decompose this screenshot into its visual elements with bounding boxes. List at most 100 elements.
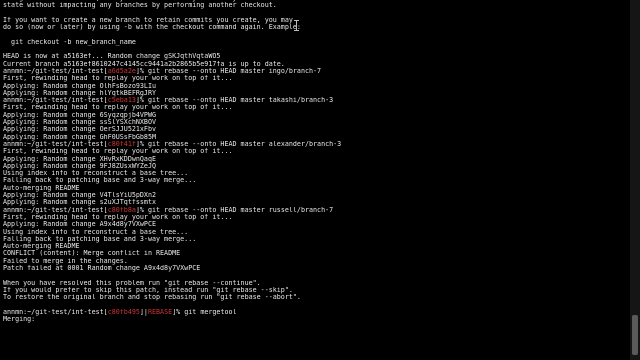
line-text: First, rewinding head to replay your wor… [3, 75, 233, 83]
output-line: Applying: Random change 9FJ8ZUsxWYZeJQ [3, 163, 628, 170]
output-line: Auto-merging README [3, 185, 628, 192]
line-text: Failed to merge in the changes. [3, 257, 128, 265]
output-line: Using index info to reconstruct a base t… [3, 229, 628, 236]
branch-hash: a6d5a2e [107, 67, 136, 75]
prompt-separator: ]| [139, 308, 148, 316]
output-line: git checkout -b new_branch_name [3, 39, 628, 46]
output-line: HEAD is now at a5163ef... Random change … [3, 53, 628, 60]
command-text: ]% git rebase --onto HEAD master ingo/br… [135, 67, 322, 75]
terminal-output: changes and commit them, and you can dis… [3, 0, 628, 323]
output-line: Applying: Random change hlYqtkBEFRgJRY [3, 90, 628, 97]
line-text: Applying: Random change V4TlsYiU5pDXn2 [3, 192, 156, 200]
line-text: Auto-merging README [3, 243, 80, 251]
prompt-line: annmn:~/git-test/int-test[c80f41f]% git … [3, 141, 628, 148]
line-text: Current branch a5163ef8610247c4145cc9441… [3, 60, 285, 68]
line-text: annmn:~/git-test/int-test[ [3, 206, 108, 214]
line-text: When you have resolved this problem run … [3, 279, 261, 287]
output-line: Auto-merging README [3, 243, 628, 250]
line-text: If you want to create a new branch to re… [3, 16, 293, 24]
line-text: First, rewinding head to replay your wor… [3, 148, 233, 156]
line-text: Applying: Random change OlhFsBozo93LIu [3, 82, 156, 90]
line-text: annmn:~/git-test/int-test[ [3, 308, 108, 316]
output-line: If you want to create a new branch to re… [3, 17, 628, 24]
line-text: Applying: Random change XHvRxKDDwnQaqE [3, 155, 156, 163]
output-line: Applying: Random change A9x4d8y7VXwPCE [3, 221, 628, 228]
line-text: git checkout -b new_branch_name [3, 38, 136, 46]
output-line: state without impacting any branches by … [3, 2, 628, 9]
prompt-line: annmn:~/git-test/int-test[a6d5a2e]% git … [3, 68, 628, 75]
output-line: Applying: Random change XHvRxKDDwnQaqE [3, 156, 628, 163]
command-text: ]% git rebase --onto HEAD master takashi… [135, 97, 334, 105]
output-line: Falling back to patching base and 3-way … [3, 236, 628, 243]
line-text: Falling back to patching base and 3-way … [3, 235, 197, 243]
output-line: Applying: Random change OlhFsBozo93LIu [3, 83, 628, 90]
text-cursor-icon [294, 20, 299, 31]
output-line: CONFLICT (content): Merge conflict in RE… [3, 250, 628, 257]
line-text: Patch failed at 0001 Random change A9x4d… [3, 264, 201, 272]
output-line: Failed to merge in the changes. [3, 258, 628, 265]
line-text: annmn:~/git-test/int-test[ [3, 67, 108, 75]
branch-hash: c80fb8a [107, 206, 136, 214]
line-text: Applying: Random change OerSJJU521xFbv [3, 126, 156, 134]
line-text: Merging: [3, 316, 36, 324]
command-text: ]% git mergetool [172, 308, 237, 316]
line-text: Falling back to patching base and 3-way … [3, 177, 197, 185]
line-text: annmn:~/git-test/int-test[ [3, 97, 108, 105]
line-text: Using index info to reconstruct a base t… [3, 228, 189, 236]
prompt-line: annmn:~/git-test/int-test[c5eba13]% git … [3, 97, 628, 104]
branch-hash: c80f41f [107, 140, 136, 148]
line-text: Auto-merging README [3, 184, 80, 192]
output-line: Using index info to reconstruct a base t… [3, 170, 628, 177]
line-text: HEAD is now at a5163ef... Random change … [3, 53, 221, 61]
output-line: First, rewinding head to replay your wor… [3, 148, 628, 155]
command-text: ]% git rebase --onto HEAD master alexand… [135, 140, 342, 148]
line-text: Applying: Random change A9x4d8y7VXwPCE [3, 221, 156, 229]
line-text: Applying: Random change 9FJ8ZUsxWYZeJQ [3, 162, 156, 170]
output-line: Falling back to patching base and 3-way … [3, 177, 628, 184]
output-line: Applying: Random change s2uXJTqtfssmtx [3, 199, 628, 206]
line-text: Applying: Random change GhF0USsFbGb85M [3, 133, 156, 141]
output-line: Patch failed at 0001 Random change A9x4d… [3, 265, 628, 272]
output-line: Merging: [3, 316, 628, 323]
prompt-line: annmn:~/git-test/int-test[c80fb8a]% git … [3, 207, 628, 214]
output-line: do so (now or later) by using -b with th… [3, 24, 628, 31]
line-text: state without impacting any branches by … [3, 2, 277, 10]
prompt-line: annmn:~/git-test/int-test[c80fb495]|REBA… [3, 309, 628, 316]
scrollbar-thumb[interactable] [632, 315, 638, 355]
line-text: First, rewinding head to replay your wor… [3, 104, 233, 112]
output-line: First, rewinding head to replay your wor… [3, 104, 628, 111]
rebase-status: REBASE [147, 308, 173, 316]
terminal-window[interactable]: changes and commit them, and you can dis… [0, 0, 640, 360]
output-line: To restore the original branch and stop … [3, 294, 628, 301]
output-line: Applying: Random change GhF0USsFbGb85M [3, 134, 628, 141]
output-line: First, rewinding head to replay your wor… [3, 75, 628, 82]
output-line: If you would prefer to skip this patch, … [3, 287, 628, 294]
vertical-scrollbar[interactable] [630, 0, 640, 360]
output-line: Applying: Random change OerSJJU521xFbv [3, 126, 628, 133]
line-text: CONFLICT (content): Merge conflict in RE… [3, 250, 181, 258]
line-text: Applying: Random change s2uXJTqtfssmtx [3, 199, 156, 207]
output-line: Applying: Random change ssSlYSXchNXBOV [3, 119, 628, 126]
line-text: Applying: Random change 6Syqzqpjb4VPWG [3, 111, 156, 119]
output-line: Applying: Random change V4TlsYiU5pDXn2 [3, 192, 628, 199]
line-text: annmn:~/git-test/int-test[ [3, 140, 108, 148]
line-text: Using index info to reconstruct a base t… [3, 170, 189, 178]
line-text: Applying: Random change ssSlYSXchNXBOV [3, 119, 156, 127]
command-text: ]% git rebase --onto HEAD master russell… [135, 206, 334, 214]
line-text: First, rewinding head to replay your wor… [3, 213, 233, 221]
output-line: First, rewinding head to replay your wor… [3, 214, 628, 221]
branch-hash: c5eba13 [107, 97, 136, 105]
line-text: If you would prefer to skip this patch, … [3, 286, 293, 294]
line-text: Applying: Random change hlYqtkBEFRgJRY [3, 89, 156, 97]
output-line: Current branch a5163ef8610247c4145cc9441… [3, 61, 628, 68]
output-line: When you have resolved this problem run … [3, 280, 628, 287]
branch-hash: c80fb495 [107, 308, 140, 316]
line-text: To restore the original branch and stop … [3, 294, 301, 302]
line-text: do so (now or later) by using -b with th… [3, 24, 301, 32]
output-line: Applying: Random change 6Syqzqpjb4VPWG [3, 112, 628, 119]
